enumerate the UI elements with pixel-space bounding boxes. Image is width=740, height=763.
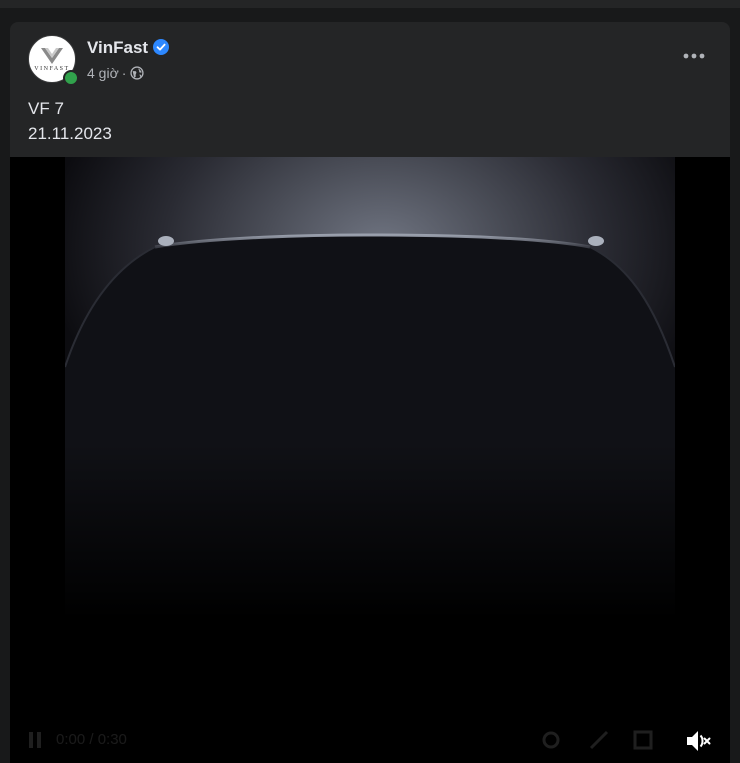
- more-options-button[interactable]: [680, 46, 708, 66]
- video-frame: [65, 157, 675, 763]
- verified-badge-icon: [153, 39, 169, 55]
- page-avatar[interactable]: VINFAST: [28, 35, 79, 86]
- pause-icon[interactable]: [28, 731, 42, 749]
- page-name-link[interactable]: VinFast: [87, 38, 148, 58]
- post-text-line-model: VF 7: [28, 99, 64, 118]
- expand-icon[interactable]: [588, 729, 610, 751]
- online-status-dot: [63, 70, 79, 86]
- video-time: 0:00 / 0:30: [56, 731, 127, 748]
- speaker-muted-icon[interactable]: [684, 727, 712, 755]
- more-options-icon: [683, 53, 705, 59]
- top-bar: [0, 0, 740, 8]
- post-header: VINFAST VinFast 4 giờ ·: [10, 22, 730, 86]
- post-timestamp[interactable]: 4 giờ: [87, 65, 119, 81]
- globe-icon[interactable]: [130, 66, 145, 80]
- post-card: VINFAST VinFast 4 giờ · VF 7 21.11.2023 …: [10, 22, 730, 763]
- vinfast-v-icon: [41, 47, 63, 64]
- car-silhouette: [65, 233, 675, 763]
- post-text-line-date: 21.11.2023: [28, 124, 112, 143]
- video-player[interactable]: 0:00 / 0:30: [10, 157, 730, 763]
- settings-icon[interactable]: [540, 729, 562, 751]
- video-controls: 0:00 / 0:30: [10, 719, 730, 763]
- post-meta: 4 giờ ·: [87, 65, 145, 81]
- fullscreen-icon[interactable]: [632, 729, 654, 751]
- meta-separator: ·: [121, 65, 127, 81]
- avatar-wordmark: VINFAST: [34, 65, 70, 72]
- post-text: VF 7 21.11.2023: [28, 96, 112, 146]
